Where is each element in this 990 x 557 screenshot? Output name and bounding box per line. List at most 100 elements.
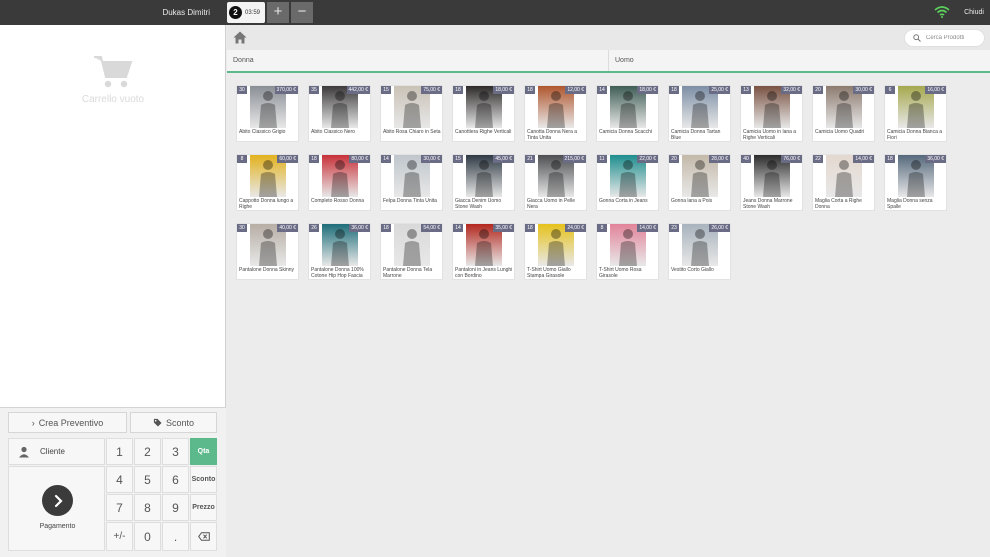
tag-icon bbox=[153, 418, 162, 427]
product-name: Pantalone Donna Tela Marrone bbox=[383, 267, 433, 279]
product-card[interactable]: 18 80,00 € Completo Rosso Donna bbox=[308, 154, 371, 211]
price-badge: 14,00 € bbox=[853, 155, 874, 163]
product-card[interactable]: 35 442,00 € Abito Classico Nero bbox=[308, 85, 371, 142]
product-card[interactable]: 14 18,00 € Camicia Donna Scacchi bbox=[596, 85, 659, 142]
product-card[interactable]: 23 26,00 € Vestito Corto Giallo bbox=[668, 223, 731, 280]
search-box[interactable] bbox=[904, 29, 985, 47]
order-number-badge: 2 bbox=[229, 6, 242, 19]
product-card[interactable]: 18 12,00 € Canotta Donna Nera a Tinta Unit… bbox=[524, 85, 587, 142]
wifi-icon bbox=[934, 6, 950, 18]
stock-badge: 14 bbox=[381, 155, 391, 163]
keypad-area: › Crea Preventivo Sconto Cliente Pagamen… bbox=[0, 407, 226, 557]
stock-badge: 30 bbox=[237, 224, 247, 232]
price-badge: 12,00 € bbox=[565, 86, 586, 94]
product-card[interactable]: 14 30,00 € Felpa Donna Tinta Unita bbox=[380, 154, 443, 211]
key-3[interactable]: 3 bbox=[162, 438, 189, 465]
create-quote-button[interactable]: › Crea Preventivo bbox=[8, 412, 127, 433]
key-2[interactable]: 2 bbox=[134, 438, 161, 465]
chevron-right-icon: › bbox=[31, 417, 35, 428]
product-name: Camicia Donna Tartan Blue bbox=[671, 129, 721, 141]
payment-button[interactable]: Pagamento bbox=[8, 466, 105, 551]
product-card[interactable]: 13 32,00 € Camicia Uomo in lana a Righe Ve… bbox=[740, 85, 803, 142]
search-input[interactable] bbox=[926, 35, 982, 41]
close-button[interactable]: Chiudi bbox=[958, 0, 990, 25]
product-card[interactable]: 18 54,00 € Pantalone Donna Tela Marrone bbox=[380, 223, 443, 280]
stock-badge: 15 bbox=[453, 155, 463, 163]
product-card[interactable]: 18 18,00 € Canottiera Righe Verticali bbox=[452, 85, 515, 142]
key-4[interactable]: 4 bbox=[106, 466, 133, 493]
product-card[interactable]: 21 215,00 € Giacca Uomo in Pelle Nera bbox=[524, 154, 587, 211]
category-tabs: Donna Uomo bbox=[227, 50, 990, 73]
price-mode-button[interactable]: Prezzo bbox=[190, 494, 217, 521]
product-name: Giacca Uomo in Pelle Nera bbox=[527, 198, 576, 210]
cart-icon bbox=[94, 56, 133, 88]
product-card[interactable]: 26 36,00 € Pantalone Donna 100% Cotone Hip… bbox=[308, 223, 371, 280]
product-name: Camicia Donna Scacchi bbox=[599, 129, 653, 135]
product-name: Completo Rosso Donna bbox=[311, 198, 365, 204]
product-name: Giacca Denim Uomo Stone Wash bbox=[455, 198, 502, 210]
discount-mode-button[interactable]: Sconto bbox=[190, 466, 217, 493]
key-decimal[interactable]: . bbox=[162, 522, 189, 551]
product-card[interactable]: 11 22,00 € Gonna Corta in Jeans bbox=[596, 154, 659, 211]
stock-badge: 8 bbox=[597, 224, 607, 232]
stock-badge: 11 bbox=[597, 155, 607, 163]
price-badge: 26,00 € bbox=[709, 224, 730, 232]
category-tab-donna[interactable]: Donna bbox=[227, 50, 608, 71]
product-card[interactable]: 40 76,00 € Jeans Donna Marrone Stone Wash bbox=[740, 154, 803, 211]
product-card[interactable]: 20 30,00 € Camicia Uomo Quadri bbox=[812, 85, 875, 142]
discount-button[interactable]: Sconto bbox=[130, 412, 217, 433]
key-6[interactable]: 6 bbox=[162, 466, 189, 493]
category-tab-uomo[interactable]: Uomo bbox=[608, 50, 990, 71]
price-badge: 18,00 € bbox=[637, 86, 658, 94]
cart-panel: Carrello vuoto › Crea Preventivo Sconto … bbox=[0, 25, 226, 557]
stock-badge: 26 bbox=[309, 224, 319, 232]
backspace-icon bbox=[197, 532, 210, 541]
key-9[interactable]: 9 bbox=[162, 494, 189, 521]
price-badge: 215,00 € bbox=[562, 155, 586, 163]
product-name: Abito Classico Nero bbox=[311, 129, 355, 135]
stock-badge: 13 bbox=[741, 86, 751, 94]
backspace-button[interactable] bbox=[190, 522, 217, 551]
product-card[interactable]: 18 25,00 € Camicia Donna Tartan Blue bbox=[668, 85, 731, 142]
key-5[interactable]: 5 bbox=[134, 466, 161, 493]
product-card[interactable]: 20 28,00 € Gonna lana a Pois bbox=[668, 154, 731, 211]
product-card[interactable]: 8 14,00 € T-Shirt Uomo Rosa Girasole bbox=[596, 223, 659, 280]
key-0[interactable]: 0 bbox=[134, 522, 161, 551]
product-name: Canotta Donna Nera a Tinta Unita bbox=[527, 129, 578, 141]
product-card[interactable]: 8 60,00 € Cappotto Donna lungo a Righe bbox=[236, 154, 299, 211]
order-tab[interactable]: 2 03:59 bbox=[227, 2, 265, 23]
price-badge: 28,00 € bbox=[709, 155, 730, 163]
search-icon bbox=[913, 34, 921, 42]
remove-order-button[interactable]: − bbox=[291, 2, 313, 23]
stock-badge: 8 bbox=[237, 155, 247, 163]
product-card[interactable]: 14 35,00 € Pantaloni in Jeans Lunghi con B… bbox=[452, 223, 515, 280]
price-badge: 14,00 € bbox=[637, 224, 658, 232]
product-card[interactable]: 6 16,00 € Camicia Donna Bianca a Fiori bbox=[884, 85, 947, 142]
price-badge: 76,00 € bbox=[781, 155, 802, 163]
product-name: T-Shirt Uomo Rosa Girasole bbox=[599, 267, 642, 279]
key-1[interactable]: 1 bbox=[106, 438, 133, 465]
product-card[interactable]: 30 40,00 € Pantalone Donna Skinny bbox=[236, 223, 299, 280]
products-toolbar bbox=[227, 25, 990, 50]
product-card[interactable]: 15 45,00 € Giacca Denim Uomo Stone Wash bbox=[452, 154, 515, 211]
product-name: Camicia Uomo Quadri bbox=[815, 129, 865, 135]
quantity-mode-button[interactable]: Qta bbox=[190, 438, 217, 465]
price-badge: 22,00 € bbox=[637, 155, 658, 163]
cart-empty-label: Carrello vuoto bbox=[81, 94, 145, 105]
key-8[interactable]: 8 bbox=[134, 494, 161, 521]
home-icon[interactable] bbox=[233, 31, 247, 44]
product-card[interactable]: 22 14,00 € Maglia Corta a Righe Donna bbox=[812, 154, 875, 211]
customer-button[interactable]: Cliente bbox=[8, 438, 105, 465]
key-7[interactable]: 7 bbox=[106, 494, 133, 521]
key-plus-minus[interactable]: +/- bbox=[106, 522, 133, 551]
stock-badge: 6 bbox=[885, 86, 895, 94]
product-card[interactable]: 30 370,00 € Abito Classico Grigio bbox=[236, 85, 299, 142]
product-name: Abito Rosa Chiaro in Seta bbox=[383, 129, 441, 135]
product-card[interactable]: 18 24,00 € T-Shirt Uomo Giallo Stampa Gira… bbox=[524, 223, 587, 280]
price-badge: 442,00 € bbox=[346, 86, 370, 94]
product-card[interactable]: 18 36,00 € Maglia Donna senza Spalle bbox=[884, 154, 947, 211]
order-time: 03:59 bbox=[245, 9, 261, 16]
product-name: Gonna Corta in Jeans bbox=[599, 198, 648, 204]
add-order-button[interactable]: + bbox=[267, 2, 289, 23]
product-card[interactable]: 15 75,00 € Abito Rosa Chiaro in Seta bbox=[380, 85, 443, 142]
